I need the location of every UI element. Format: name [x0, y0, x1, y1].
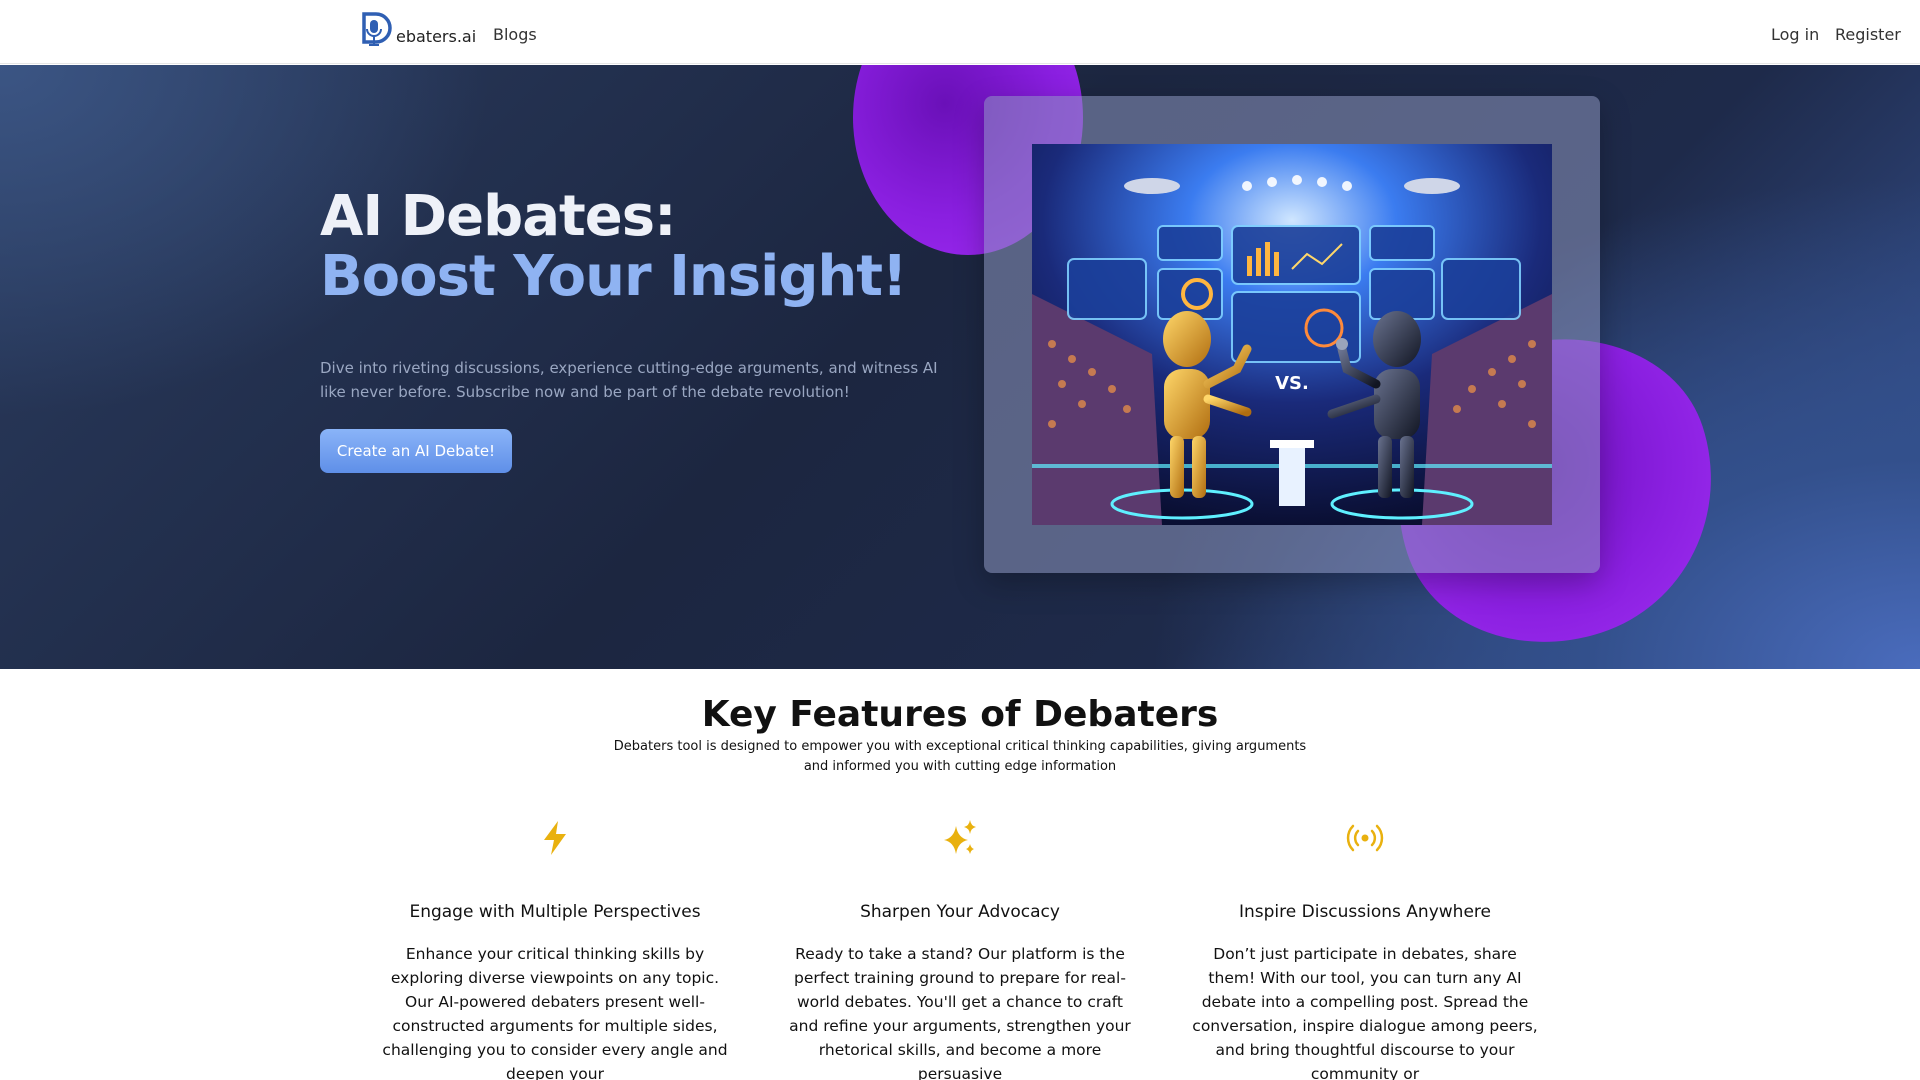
feature-title: Sharpen Your Advocacy — [860, 902, 1060, 922]
hero-title-line1: AI Debates: — [320, 184, 676, 249]
create-debate-button[interactable]: Create an AI Debate! — [320, 429, 512, 473]
feature-title: Engage with Multiple Perspectives — [409, 902, 701, 922]
vs-label: VS. — [1275, 373, 1309, 394]
nav-blogs-link[interactable]: Blogs — [493, 25, 537, 44]
top-navbar: ebaters.ai Blogs Log in Register — [0, 0, 1920, 64]
lightning-icon — [544, 821, 566, 855]
feature-text: Ready to take a stand? Our platform is t… — [789, 945, 1131, 1080]
hero-image-frame: VS. — [984, 96, 1600, 573]
hero-title: AI Debates: Boost Your Insight! — [320, 184, 908, 309]
logo-text: ebaters.ai — [396, 27, 477, 46]
logo-link[interactable]: ebaters.ai — [360, 12, 476, 48]
feature-card-perspectives: Engage with Multiple Perspectives Enhanc… — [375, 818, 735, 1080]
feature-card-advocacy: Sharpen Your Advocacy Ready to take a st… — [780, 818, 1140, 1080]
login-link[interactable]: Log in — [1771, 25, 1819, 44]
hero-section: VS. AI Debates: Boost Your Insight! Dive… — [0, 65, 1920, 669]
hero-title-line2: Boost Your Insight! — [320, 244, 908, 309]
register-link[interactable]: Register — [1835, 25, 1901, 44]
feature-title: Inspire Discussions Anywhere — [1239, 902, 1491, 922]
sparkles-icon — [944, 820, 976, 854]
hero-description: Dive into riveting discussions, experien… — [320, 359, 938, 401]
features-title: Key Features of Debaters — [701, 694, 1219, 735]
logo-mic-icon — [362, 12, 392, 46]
broadcast-icon — [1346, 824, 1384, 852]
features-subtitle: Debaters tool is designed to empower you… — [613, 739, 1307, 774]
feature-text: Don’t just participate in debates, share… — [1192, 945, 1538, 1080]
hero-debate-illustration: VS. — [1032, 144, 1552, 525]
feature-card-discussions: Inspire Discussions Anywhere Don’t just … — [1185, 818, 1545, 1080]
feature-text: Enhance your critical thinking skills by… — [382, 945, 728, 1080]
